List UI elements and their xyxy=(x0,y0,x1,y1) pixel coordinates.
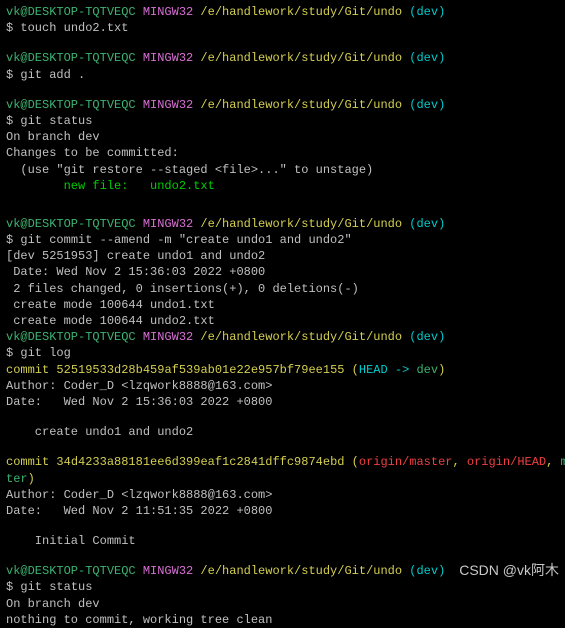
remote-ref: origin/master xyxy=(359,455,453,469)
dollar-sign: $ xyxy=(6,68,20,82)
prompt-user: vk@DESKTOP-TQTVEQC xyxy=(6,51,136,65)
log-author: Author: Coder_D <lzqwork8888@163.com> xyxy=(6,378,559,394)
command-line[interactable]: $ git commit --amend -m "create undo1 an… xyxy=(6,232,559,248)
prompt-user: vk@DESKTOP-TQTVEQC xyxy=(6,330,136,344)
output-line: create mode 100644 undo1.txt xyxy=(6,297,559,313)
prompt-path: /e/handlework/study/Git/undo xyxy=(193,98,402,112)
prompt-env: MINGW32 xyxy=(136,330,194,344)
prompt-branch: dev xyxy=(416,217,438,231)
dollar-sign: $ xyxy=(6,580,20,594)
prompt-env: MINGW32 xyxy=(136,98,194,112)
prompt-env: MINGW32 xyxy=(136,564,194,578)
prompt-user: vk@DESKTOP-TQTVEQC xyxy=(6,564,136,578)
log-commit-line: commit 52519533d28b459af539ab01e22e957bf… xyxy=(6,362,559,378)
log-commit-line: commit 34d4233a88181ee6d399eaf1c2841dffc… xyxy=(6,454,559,470)
output-line: [dev 5251953] create undo1 and undo2 xyxy=(6,248,559,264)
command-text: touch undo2.txt xyxy=(20,21,128,35)
local-ref: mas xyxy=(561,455,565,469)
output-line: (use "git restore --staged <file>..." to… xyxy=(6,162,559,178)
output-line: Date: Wed Nov 2 15:36:03 2022 +0800 xyxy=(6,264,559,280)
prompt-path: /e/handlework/study/Git/undo xyxy=(193,5,402,19)
branch-ref: dev xyxy=(416,363,438,377)
commit-sha: 34d4233a88181ee6d399eaf1c2841dffc9874ebd xyxy=(56,455,344,469)
prompt-branch: dev xyxy=(416,98,438,112)
watermark: CSDN @vk阿木 xyxy=(459,561,559,580)
log-message: create undo1 and undo2 xyxy=(6,424,559,440)
prompt-branch: dev xyxy=(416,5,438,19)
command-line[interactable]: $ touch undo2.txt xyxy=(6,20,559,36)
command-line[interactable]: $ git status xyxy=(6,579,559,595)
dollar-sign: $ xyxy=(6,233,20,247)
remote-ref: origin/HEAD xyxy=(467,455,546,469)
dollar-sign: $ xyxy=(6,346,20,360)
command-text: git status xyxy=(20,114,92,128)
log-date: Date: Wed Nov 2 11:51:35 2022 +0800 xyxy=(6,503,559,519)
command-text: git log xyxy=(20,346,70,360)
output-line: new file: undo2.txt xyxy=(6,178,559,194)
prompt-env: MINGW32 xyxy=(136,51,194,65)
prompt-branch: dev xyxy=(416,330,438,344)
terminal-output[interactable]: vk@DESKTOP-TQTVEQC MINGW32 /e/handlework… xyxy=(6,4,559,628)
command-line[interactable]: $ git log xyxy=(6,345,559,361)
output-line: On branch dev xyxy=(6,129,559,145)
output-line: 2 files changed, 0 insertions(+), 0 dele… xyxy=(6,281,559,297)
prompt-env: MINGW32 xyxy=(136,217,194,231)
output-line: Changes to be committed: xyxy=(6,145,559,161)
prompt-path: /e/handlework/study/Git/undo xyxy=(193,51,402,65)
shell-prompt: vk@DESKTOP-TQTVEQC MINGW32 /e/handlework… xyxy=(6,50,559,66)
prompt-branch: dev xyxy=(416,51,438,65)
prompt-user: vk@DESKTOP-TQTVEQC xyxy=(6,5,136,19)
prompt-env: MINGW32 xyxy=(136,5,194,19)
prompt-branch: dev xyxy=(416,564,438,578)
head-ref: HEAD -> xyxy=(359,363,417,377)
log-commit-line-wrap: ter) xyxy=(6,471,559,487)
log-author: Author: Coder_D <lzqwork8888@163.com> xyxy=(6,487,559,503)
log-date: Date: Wed Nov 2 15:36:03 2022 +0800 xyxy=(6,394,559,410)
shell-prompt: vk@DESKTOP-TQTVEQC MINGW32 /e/handlework… xyxy=(6,329,559,345)
output-line: create mode 100644 undo2.txt xyxy=(6,313,559,329)
dollar-sign: $ xyxy=(6,114,20,128)
dollar-sign: $ xyxy=(6,21,20,35)
prompt-user: vk@DESKTOP-TQTVEQC xyxy=(6,98,136,112)
log-message: Initial Commit xyxy=(6,533,559,549)
command-text: git status xyxy=(20,580,92,594)
shell-prompt: vk@DESKTOP-TQTVEQC MINGW32 /e/handlework… xyxy=(6,216,559,232)
prompt-path: /e/handlework/study/Git/undo xyxy=(193,330,402,344)
output-line: On branch dev xyxy=(6,596,559,612)
prompt-user: vk@DESKTOP-TQTVEQC xyxy=(6,217,136,231)
prompt-path: /e/handlework/study/Git/undo xyxy=(193,217,402,231)
command-text: git add . xyxy=(20,68,85,82)
command-text: git commit --amend -m "create undo1 and … xyxy=(20,233,351,247)
command-line[interactable]: $ git add . xyxy=(6,67,559,83)
shell-prompt: vk@DESKTOP-TQTVEQC MINGW32 /e/handlework… xyxy=(6,97,559,113)
output-line: nothing to commit, working tree clean xyxy=(6,612,559,628)
commit-sha: 52519533d28b459af539ab01e22e957bf79ee155 xyxy=(56,363,344,377)
shell-prompt: vk@DESKTOP-TQTVEQC MINGW32 /e/handlework… xyxy=(6,4,559,20)
command-line[interactable]: $ git status xyxy=(6,113,559,129)
prompt-path: /e/handlework/study/Git/undo xyxy=(193,564,402,578)
